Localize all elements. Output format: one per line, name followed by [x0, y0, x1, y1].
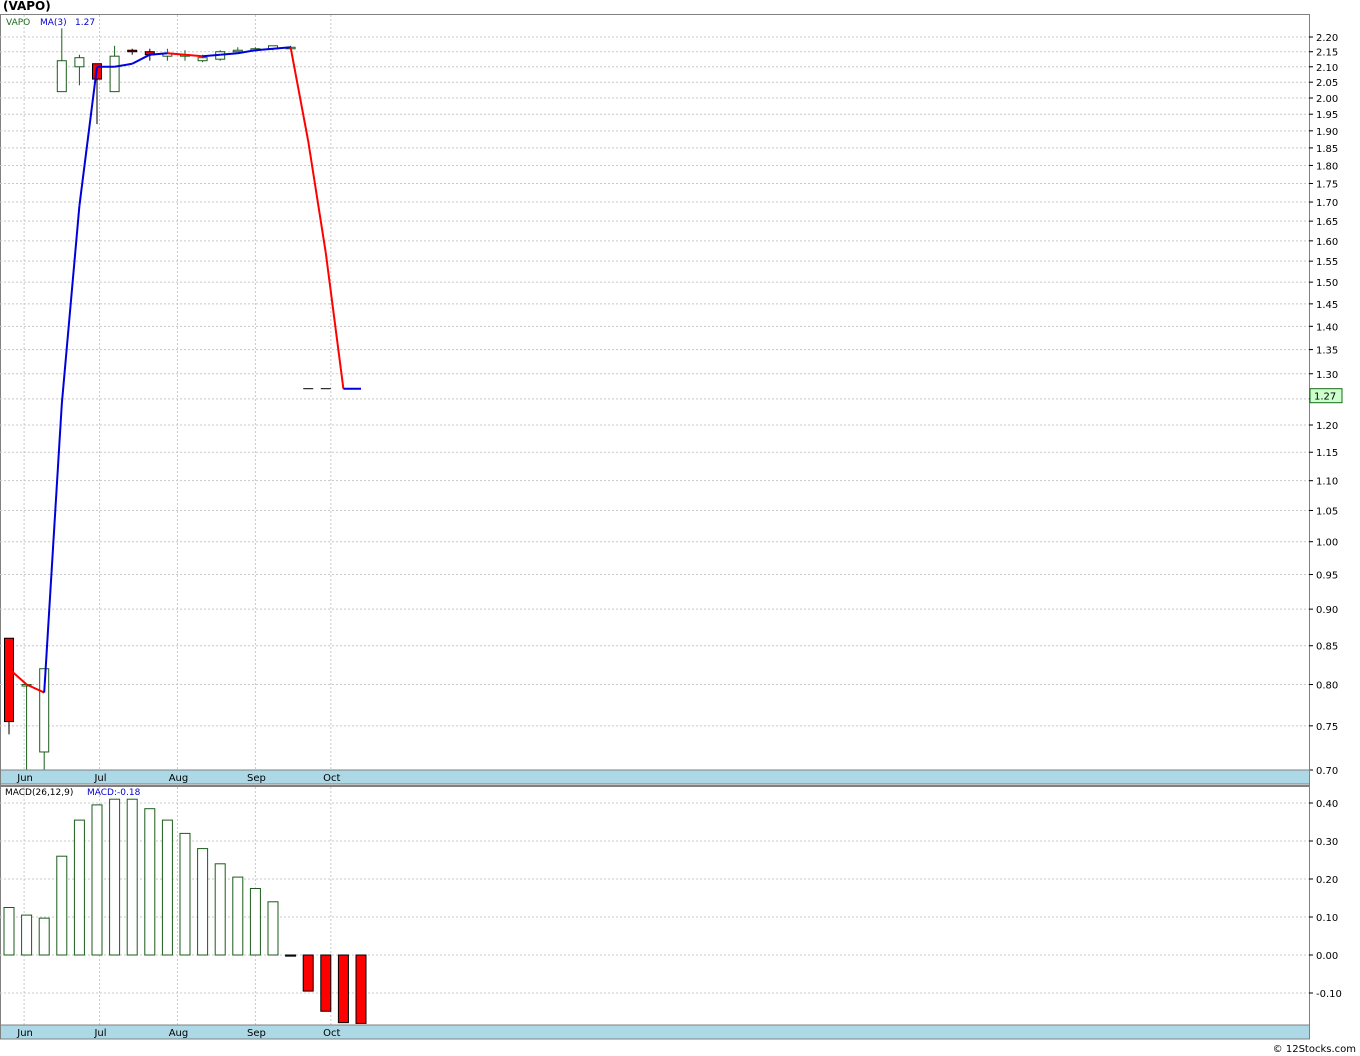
candle-up: [74, 57, 85, 68]
price-tick-label: 2.00: [1316, 94, 1338, 105]
price-tick-label: 1.70: [1316, 198, 1338, 209]
price-x-tick-label: Jul: [93, 773, 106, 784]
price-tick-label: 1.40: [1316, 322, 1338, 333]
price-tick-label: 2.20: [1316, 33, 1338, 44]
macd-bar-positive: [249, 888, 261, 956]
macd-x-tick-label: Oct: [323, 1028, 340, 1039]
price-tick-label: 1.30: [1316, 370, 1338, 381]
price-tick-label: 1.05: [1316, 506, 1338, 517]
macd-x-tick-label: Jul: [93, 1028, 106, 1039]
price-tick-label: 0.90: [1316, 605, 1338, 616]
macd-bar-positive: [38, 917, 50, 956]
macd-y-axis: 0.40 0.30 0.20 0.10 0.00 -0.10: [1309, 799, 1342, 1000]
price-tick-label: 1.60: [1316, 237, 1338, 248]
candle-down: [4, 637, 14, 723]
price-tick-label: 1.95: [1316, 110, 1338, 121]
macd-tick-label: 0.40: [1316, 799, 1338, 810]
price-tick-label: 1.00: [1316, 538, 1338, 549]
price-tick-label: 1.85: [1316, 144, 1338, 155]
macd-bar-positive: [267, 901, 279, 956]
price-tick-label: 1.15: [1316, 448, 1338, 459]
macd-bar-positive: [73, 819, 85, 956]
price-tick-label: 2.05: [1316, 78, 1338, 89]
macd-tick-label: 0.10: [1316, 913, 1338, 924]
candle-up: [56, 60, 67, 93]
price-x-tick-label: Sep: [247, 773, 266, 784]
macd-x-tick-label: Jun: [16, 1028, 33, 1039]
candle-down: [127, 49, 138, 53]
macd-bar-negative: [355, 954, 367, 1024]
price-x-tick-label: Jun: [16, 773, 33, 784]
legend-ma-label: MA(3): [40, 18, 67, 28]
macd-tick-label: 0.20: [1316, 875, 1338, 886]
price-tick-label: 1.35: [1316, 346, 1338, 357]
price-tick-label: 1.20: [1316, 421, 1338, 432]
macd-bar-positive: [21, 914, 33, 956]
macd-legend-value: MACD:-0.18: [87, 788, 141, 798]
chart-title: (VAPO): [3, 0, 51, 13]
price-tick-label: 0.75: [1316, 722, 1338, 733]
candle-up: [232, 49, 243, 53]
macd-x-axis-band: [0, 1024, 1310, 1040]
price-x-axis-band: [0, 769, 1310, 785]
price-tick-label: 1.45: [1316, 300, 1338, 311]
price-x-tick-label: Oct: [323, 773, 340, 784]
macd-bar-positive: [161, 819, 173, 956]
macd-bar-negative: [285, 954, 297, 957]
price-tick-label: 1.65: [1316, 217, 1338, 228]
stock-chart: (VAPO) 2.20 2.15 2.10 2.05 2.00 1.95 1.90 1.85 1…: [0, 0, 1356, 1055]
last-price-label: 1.27: [1314, 392, 1336, 403]
legend-ma-value: 1.27: [75, 18, 95, 28]
macd-bar-positive: [214, 863, 226, 956]
candle-up: [197, 57, 208, 62]
price-tick-label: 1.90: [1316, 127, 1338, 138]
macd-panel: [0, 786, 1310, 1039]
macd-bar-positive: [91, 804, 103, 956]
price-tick-label: 1.10: [1316, 477, 1338, 488]
price-tick-label: 0.95: [1316, 571, 1338, 582]
macd-x-tick-label: Sep: [247, 1028, 266, 1039]
price-x-tick-label: Aug: [169, 773, 189, 784]
price-tick-label: 1.50: [1316, 278, 1338, 289]
macd-bar-positive: [232, 876, 244, 956]
price-tick-label: 0.85: [1316, 642, 1338, 653]
macd-bar-negative: [320, 954, 332, 1012]
macd-tick-label: 0.30: [1316, 837, 1338, 848]
legend-ticker: VAPO: [6, 18, 30, 28]
macd-bar-positive: [197, 848, 209, 956]
price-tick-label: 0.70: [1316, 766, 1338, 777]
macd-x-tick-label: Aug: [169, 1028, 189, 1039]
price-tick-label: 2.15: [1316, 48, 1338, 59]
macd-tick-label: 0.00: [1316, 951, 1338, 962]
macd-tick-label: -0.10: [1316, 989, 1342, 1000]
macd-legend-label: MACD(26,12,9): [5, 788, 73, 798]
macd-bar-positive: [109, 798, 121, 956]
price-tick-label: 1.75: [1316, 179, 1338, 190]
macd-bar-negative: [302, 954, 314, 992]
macd-bar-negative: [337, 954, 349, 1024]
watermark: © 12Stocks.com: [1273, 1044, 1356, 1055]
price-panel: [0, 14, 1310, 786]
price-tick-label: 1.55: [1316, 257, 1338, 268]
candle-up: [109, 55, 120, 93]
macd-bar-positive: [144, 808, 156, 956]
price-tick-label: 0.80: [1316, 681, 1338, 692]
macd-bar-positive: [179, 832, 191, 956]
macd-bar-positive: [56, 855, 68, 956]
price-tick-label: 2.10: [1316, 63, 1338, 74]
price-tick-label: 1.80: [1316, 161, 1338, 172]
macd-bar-positive: [126, 798, 138, 956]
price-y-axis: 2.20 2.15 2.10 2.05 2.00 1.95 1.90 1.85 1.80 1.75…: [1309, 33, 1338, 777]
macd-bar-positive: [3, 907, 15, 956]
